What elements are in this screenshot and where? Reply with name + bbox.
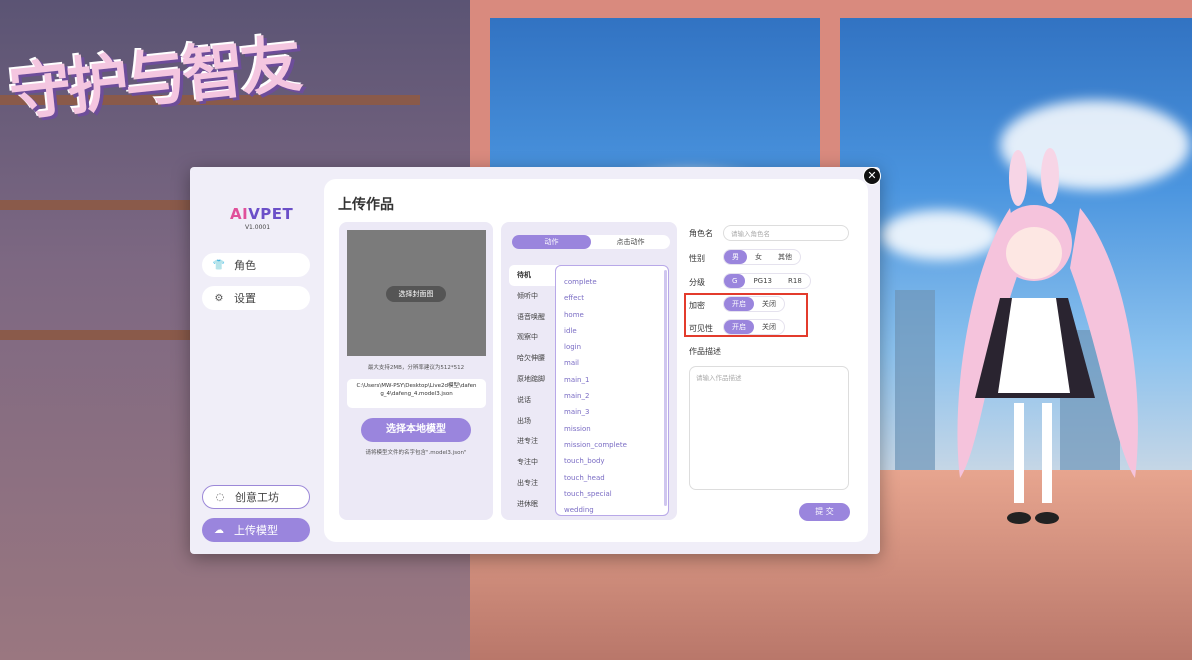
scrollbar[interactable]	[664, 270, 667, 506]
motion-item[interactable]: 原地踮脚	[509, 369, 559, 390]
rating-selector: G PG13 R18	[723, 273, 811, 289]
character-illustration	[957, 148, 1138, 524]
rating-option-g[interactable]: G	[724, 274, 746, 288]
nav-workshop-label: 创意工坊	[235, 491, 279, 504]
page-title: 上传作品	[338, 197, 394, 213]
file-option[interactable]: mail	[556, 355, 668, 371]
gender-option-male[interactable]: 男	[724, 250, 747, 264]
gender-label: 性别	[689, 254, 705, 263]
submit-button[interactable]: 提 交	[799, 503, 850, 521]
nav-settings-button[interactable]: ⚙ 设置	[202, 286, 310, 310]
tab-motion[interactable]: 动作	[512, 235, 591, 249]
brand: AIVPET V1.0001	[230, 205, 294, 231]
file-option[interactable]: home	[556, 307, 668, 323]
description-textarea[interactable]: 请输入作品描述	[689, 366, 849, 490]
name-input[interactable]: 请输入角色名	[723, 225, 849, 241]
file-option[interactable]: idle	[556, 323, 668, 339]
visibility-on-option[interactable]: 开启	[724, 320, 754, 334]
close-icon[interactable]: ✕	[863, 167, 881, 185]
file-option[interactable]: touch_body	[556, 453, 668, 469]
upload-dialog: AIVPET V1.0001 👕 角色 ⚙ 设置 ◌ 创意工坊 ☁ 上传模型 上…	[190, 167, 880, 554]
file-option[interactable]: main_3	[556, 404, 668, 420]
encrypt-toggle: 开启 关闭	[723, 296, 785, 312]
file-option[interactable]: main_2	[556, 388, 668, 404]
file-option[interactable]: touch_special	[556, 486, 668, 502]
content-panel: 上传作品 选择封面图 最大支持2MB，分辨率建议为512*512 C:\User…	[324, 179, 868, 542]
file-option[interactable]: touch_head	[556, 470, 668, 486]
file-option[interactable]: effect	[556, 290, 668, 306]
file-option[interactable]: complete	[556, 274, 668, 290]
motion-list: 待机 倾听中 语音唤醒 观察中 哈欠伸腰 原地踮脚 说话 出场 进专注 专注中 …	[509, 265, 559, 515]
background-building	[895, 290, 935, 470]
brand-logo: AIVPET	[230, 205, 294, 223]
lightbulb-icon: ◌	[215, 491, 225, 503]
motion-item[interactable]: 语音唤醒	[509, 307, 559, 328]
motion-tab-switch: 动作 点击动作	[512, 235, 670, 249]
version-text: V1.0001	[244, 224, 271, 231]
motion-item[interactable]: 出专注	[509, 473, 559, 494]
window-frame	[470, 0, 1192, 18]
rating-label: 分级	[689, 278, 705, 287]
encrypt-label: 加密	[689, 301, 705, 310]
gender-option-female[interactable]: 女	[747, 250, 770, 264]
cover-preview[interactable]: 选择封面图	[347, 230, 486, 356]
file-option[interactable]: mission	[556, 421, 668, 437]
select-local-model-button[interactable]: 选择本地模型	[361, 418, 471, 442]
motion-item[interactable]: 哈欠伸腰	[509, 348, 559, 369]
nav-workshop-button[interactable]: ◌ 创意工坊	[202, 485, 310, 509]
motion-panel: 动作 点击动作 待机 倾听中 语音唤醒 观察中 哈欠伸腰 原地踮脚 说话 出场 …	[501, 222, 677, 520]
nav-settings-label: 设置	[234, 292, 256, 305]
select-cover-button[interactable]: 选择封面图	[386, 286, 446, 302]
visibility-off-option[interactable]: 关闭	[754, 320, 784, 334]
motion-item[interactable]: 进专注	[509, 431, 559, 452]
model-hint: 请将模型文件的名字包含".model3.json"	[365, 450, 467, 456]
cover-panel: 选择封面图 最大支持2MB，分辨率建议为512*512 C:\Users\MW-…	[339, 222, 493, 520]
rating-option-r18[interactable]: R18	[780, 274, 810, 288]
encrypt-on-option[interactable]: 开启	[724, 297, 754, 311]
visibility-toggle: 开启 关闭	[723, 319, 785, 335]
gender-option-other[interactable]: 其他	[770, 250, 800, 264]
encrypt-off-option[interactable]: 关闭	[754, 297, 784, 311]
info-form: 角色名 请输入角色名 性别 男 女 其他 分级 G PG13 R18 加密 开启…	[684, 222, 859, 521]
file-option[interactable]: login	[556, 339, 668, 355]
motion-item[interactable]: 说话	[509, 390, 559, 411]
shirt-icon: 👕	[212, 259, 226, 271]
cover-hint: 最大支持2MB，分辨率建议为512*512	[367, 365, 465, 371]
motion-item[interactable]: 专注中	[509, 452, 559, 473]
motion-item[interactable]: 观察中	[509, 327, 559, 348]
file-option[interactable]: main_1	[556, 372, 668, 388]
name-label: 角色名	[689, 229, 713, 238]
nav-character-label: 角色	[234, 259, 256, 272]
gender-selector: 男 女 其他	[723, 249, 801, 265]
file-option[interactable]: mission_complete	[556, 437, 668, 453]
file-option[interactable]: wedding	[556, 502, 668, 515]
motion-item[interactable]: 进休眠	[509, 494, 559, 515]
model-path-display: C:\Users\MW-PSY\Desktop\Live2d模型\dafeng_…	[347, 379, 486, 408]
cloud-upload-icon: ☁	[214, 524, 224, 536]
rating-option-pg13[interactable]: PG13	[745, 274, 780, 288]
nav-upload-label: 上传模型	[234, 524, 278, 537]
motion-item[interactable]: 出场	[509, 411, 559, 432]
description-label: 作品描述	[689, 347, 721, 356]
motion-item[interactable]: 待机	[509, 265, 559, 286]
gear-icon: ⚙	[214, 292, 224, 304]
nav-character-button[interactable]: 👕 角色	[202, 253, 310, 277]
tab-click-motion[interactable]: 点击动作	[591, 235, 670, 249]
nav-upload-button[interactable]: ☁ 上传模型	[202, 518, 310, 542]
visibility-label: 可见性	[689, 324, 713, 333]
motion-item[interactable]: 倾听中	[509, 286, 559, 307]
motion-file-dropdown[interactable]: complete effect home idle login mail mai…	[555, 265, 669, 516]
